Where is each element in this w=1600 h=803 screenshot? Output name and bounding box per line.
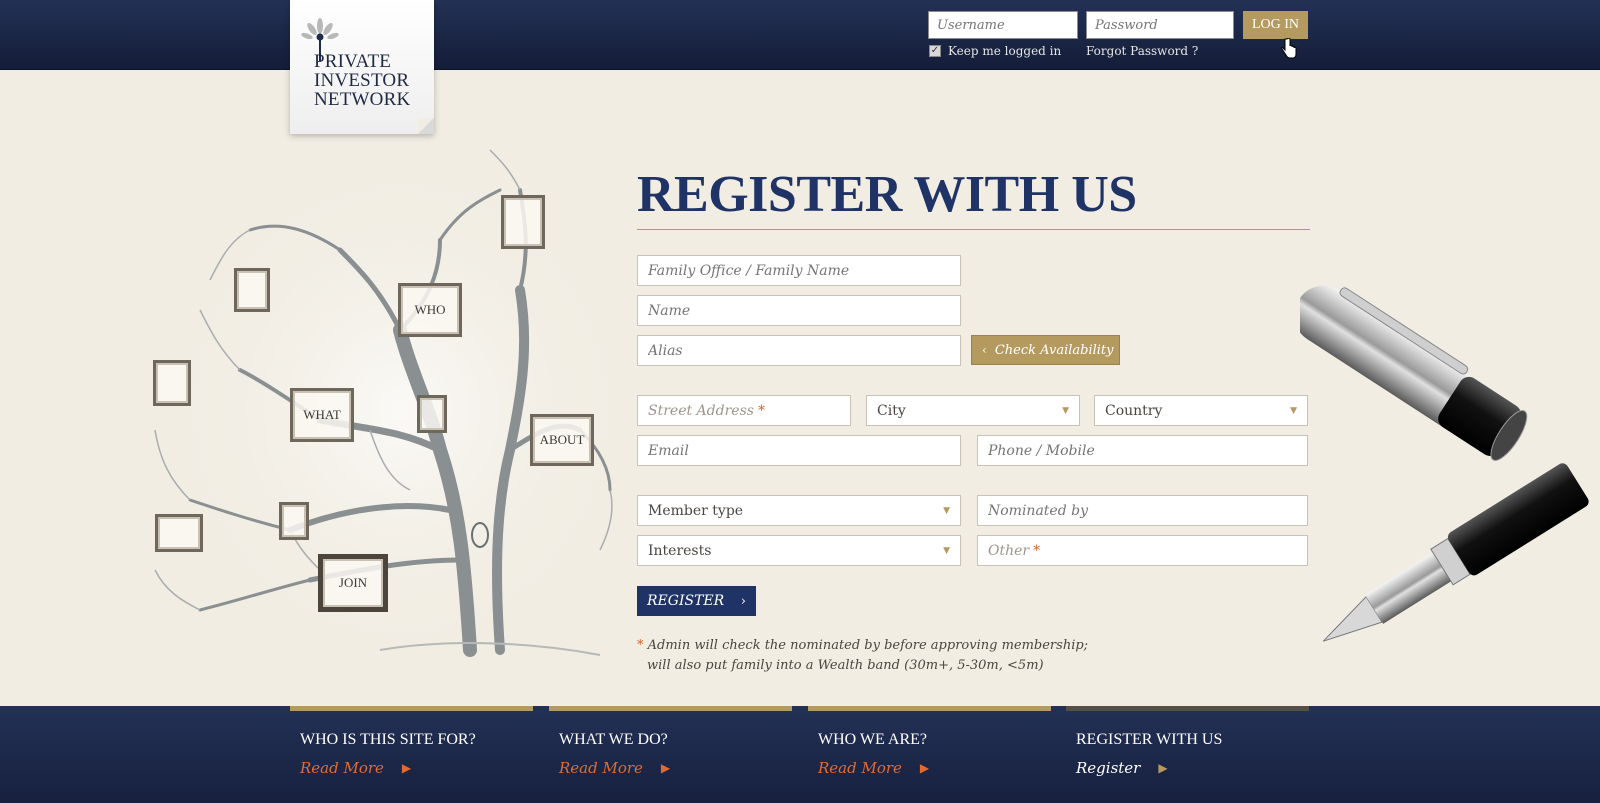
register-link-label: Register bbox=[1076, 759, 1141, 777]
interests-select[interactable]: Interests ▼ bbox=[637, 535, 961, 566]
phone-input[interactable] bbox=[977, 435, 1308, 466]
who-frame-label: WHO bbox=[414, 302, 446, 317]
city-select-value: City bbox=[877, 402, 906, 419]
dropdown-arrow-icon: ▼ bbox=[943, 505, 950, 516]
empty-frame bbox=[234, 268, 270, 312]
footer-column-who-for: WHO IS THIS SITE FOR? Read More ▶ bbox=[290, 706, 533, 803]
what-frame-link[interactable]: WHAT bbox=[290, 388, 354, 442]
join-frame-link[interactable]: JOIN bbox=[318, 554, 388, 612]
top-bar: LOG IN ✓ Keep me logged in Forgot Passwo… bbox=[0, 0, 1600, 70]
name-input[interactable] bbox=[637, 295, 961, 326]
register-button[interactable]: REGISTER › bbox=[637, 586, 756, 616]
register-label: REGISTER bbox=[647, 593, 725, 609]
footer-column-title: REGISTER WITH US bbox=[1076, 731, 1223, 748]
check-availability-label: Check Availability bbox=[994, 342, 1114, 358]
fountain-pen-image bbox=[1294, 285, 1589, 642]
footer-column-register: REGISTER WITH US Register ▶ bbox=[1066, 706, 1309, 803]
note-line-1: Admin will check the nominated by before… bbox=[647, 638, 1089, 653]
interests-value: Interests bbox=[648, 542, 712, 559]
footer-column-title: WHAT WE DO? bbox=[559, 731, 668, 748]
dropdown-arrow-icon: ▼ bbox=[1062, 405, 1069, 416]
alias-input[interactable] bbox=[637, 335, 961, 366]
hand-cursor-icon bbox=[1281, 38, 1297, 59]
country-select[interactable]: Country ▼ bbox=[1094, 395, 1308, 426]
play-arrow-icon: ▶ bbox=[919, 761, 930, 775]
login-button[interactable]: LOG IN bbox=[1243, 11, 1308, 39]
play-arrow-icon: ▶ bbox=[660, 761, 671, 775]
logo-line-3: NETWORK bbox=[314, 89, 411, 110]
logo-text: PRIVATE INVESTOR NETWORK bbox=[314, 52, 424, 109]
tree-illustration: WHO WHAT ABOUT JOIN bbox=[140, 130, 640, 670]
empty-frame bbox=[279, 502, 309, 540]
footer-column-bar bbox=[549, 706, 792, 711]
logo-line-1: PRIVATE bbox=[314, 51, 392, 72]
empty-frame bbox=[155, 514, 203, 552]
empty-frame bbox=[153, 360, 191, 406]
about-frame-label: ABOUT bbox=[539, 432, 585, 447]
read-more-label: Read More bbox=[818, 759, 902, 777]
footer: WHO IS THIS SITE FOR? Read More ▶ WHAT WE… bbox=[0, 706, 1600, 803]
nominated-by-input[interactable] bbox=[977, 495, 1308, 526]
read-more-link[interactable]: Read More ▶ bbox=[818, 759, 1051, 777]
email-input[interactable] bbox=[637, 435, 961, 466]
note-line-2: will also put family into a Wealth band … bbox=[647, 658, 1044, 673]
register-link[interactable]: Register ▶ bbox=[1076, 759, 1309, 777]
keep-logged-in-label: Keep me logged in bbox=[948, 44, 1062, 58]
required-mark: * bbox=[1033, 542, 1041, 559]
read-more-link[interactable]: Read More ▶ bbox=[559, 759, 792, 777]
street-address-placeholder: Street Address bbox=[648, 402, 754, 419]
footer-column-what-we-do: WHAT WE DO? Read More ▶ bbox=[549, 706, 792, 803]
about-frame-link[interactable]: ABOUT bbox=[530, 414, 594, 466]
empty-frame bbox=[501, 195, 545, 249]
password-input[interactable] bbox=[1086, 11, 1234, 39]
site-logo[interactable]: PRIVATE INVESTOR NETWORK bbox=[290, 0, 434, 134]
footer-column-bar bbox=[808, 706, 1051, 711]
required-mark: * bbox=[757, 402, 765, 419]
other-input[interactable]: Other * bbox=[977, 535, 1308, 566]
join-frame-label: JOIN bbox=[338, 575, 368, 590]
play-arrow-icon: ▶ bbox=[401, 761, 412, 775]
empty-frame bbox=[417, 395, 447, 433]
who-frame-link[interactable]: WHO bbox=[398, 283, 462, 337]
play-arrow-icon: ▶ bbox=[1158, 761, 1168, 775]
keep-logged-in[interactable]: ✓ Keep me logged in bbox=[929, 44, 1061, 58]
title-underline bbox=[637, 229, 1310, 230]
read-more-label: Read More bbox=[300, 759, 384, 777]
page-title: REGISTER WITH US bbox=[637, 166, 1137, 223]
dropdown-arrow-icon: ▼ bbox=[1290, 405, 1297, 416]
chevron-right-icon: › bbox=[740, 593, 746, 609]
admin-note: * Admin will check the nominated by befo… bbox=[637, 636, 1107, 676]
footer-column-title: WHO IS THIS SITE FOR? bbox=[300, 731, 476, 748]
what-frame-label: WHAT bbox=[303, 407, 341, 422]
footer-column-bar bbox=[290, 706, 533, 711]
other-placeholder: Other bbox=[988, 542, 1030, 559]
keep-logged-in-checkbox[interactable]: ✓ bbox=[929, 45, 941, 57]
family-office-input[interactable] bbox=[637, 255, 961, 286]
page-fold-decoration bbox=[418, 118, 434, 134]
forgot-password-link[interactable]: Forgot Password ? bbox=[1086, 44, 1198, 58]
city-select[interactable]: City ▼ bbox=[866, 395, 1080, 426]
check-availability-button[interactable]: ‹ Check Availability bbox=[971, 335, 1120, 365]
member-type-value: Member type bbox=[648, 502, 744, 519]
read-more-link[interactable]: Read More ▶ bbox=[300, 759, 533, 777]
chevron-left-icon: ‹ bbox=[982, 343, 987, 357]
street-address-input[interactable]: Street Address * bbox=[637, 395, 851, 426]
note-asterisk: * bbox=[637, 638, 644, 653]
pen-illustration bbox=[1294, 250, 1600, 650]
footer-column-title: WHO WE ARE? bbox=[818, 731, 928, 748]
username-input[interactable] bbox=[928, 11, 1078, 39]
dropdown-arrow-icon: ▼ bbox=[943, 545, 950, 556]
footer-column-who-we-are: WHO WE ARE? Read More ▶ bbox=[808, 706, 1051, 803]
logo-line-2: INVESTOR bbox=[314, 70, 410, 91]
footer-column-bar bbox=[1066, 706, 1309, 711]
country-select-value: Country bbox=[1105, 402, 1163, 419]
member-type-select[interactable]: Member type ▼ bbox=[637, 495, 961, 526]
read-more-label: Read More bbox=[559, 759, 643, 777]
